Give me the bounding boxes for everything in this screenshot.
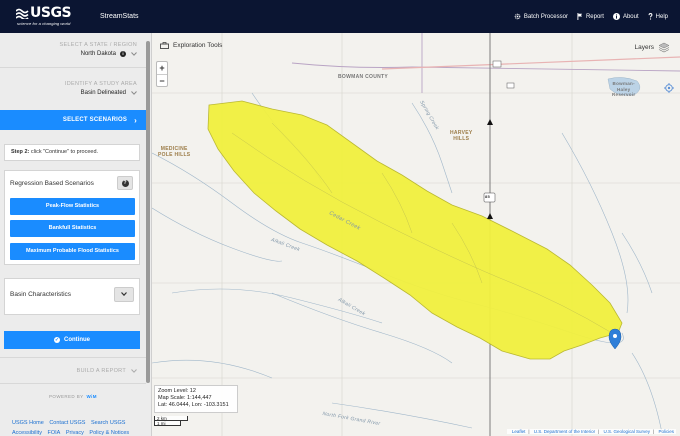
regression-heading: Regression Based Scenarios (10, 180, 94, 187)
basin-characteristics-panel: Basin Characteristics (4, 278, 140, 315)
question-icon: ? (121, 180, 129, 187)
usgs-logo[interactable]: USGS science for a changing world (16, 5, 76, 26)
footer-link-accessibility[interactable]: Accessibility (12, 430, 42, 436)
footer-link-foia[interactable]: FOIA (47, 430, 60, 436)
route-85-shield: 85 (485, 194, 491, 199)
app-title[interactable]: StreamStats (100, 13, 139, 20)
continue-label: Continue (64, 337, 90, 343)
toolbox-icon (160, 42, 169, 49)
footer-link-search[interactable]: Search USGS (91, 420, 126, 426)
chevron-down-icon[interactable] (131, 52, 137, 56)
sidebar-divider (0, 67, 146, 68)
step-text: click "Continue" to proceed. (29, 149, 99, 155)
regression-scenarios-panel: Regression Based Scenarios ? Peak-Flow S… (4, 170, 140, 265)
bankfull-statistics-button[interactable]: Bankfull Statistics (10, 220, 135, 237)
top-navbar: USGS science for a changing world Stream… (0, 0, 680, 33)
sidebar-scrollbar[interactable] (146, 41, 150, 383)
basin-characteristics-heading: Basin Characteristics (10, 291, 72, 298)
locate-icon[interactable] (664, 83, 674, 93)
map-info-box: Zoom Level: 12 Map Scale: 1:144,447 Lat:… (154, 385, 238, 413)
basin-characteristics-toggle[interactable] (114, 287, 134, 302)
attribution-usgs[interactable]: U.S. Geological Survey (604, 429, 651, 434)
flag-icon (577, 13, 583, 20)
logo-text: USGS (30, 5, 72, 21)
nav-help[interactable]: Help (648, 13, 668, 20)
layers-label: Layers (634, 44, 654, 51)
select-scenarios-header[interactable]: SELECT SCENARIOS › (0, 110, 146, 130)
map-label-bowman: BOWMAN COUNTY (338, 74, 389, 80)
powered-by: POWERED BY WiM (0, 394, 146, 399)
map-view[interactable]: BOWMAN COUNTY HARVEY HILLS MEDICINE POLE… (152, 33, 680, 436)
state-section[interactable]: SELECT A STATE / REGION North Dakota i (0, 42, 146, 57)
study-area-section[interactable]: IDENTIFY A STUDY AREA Basin Delineated (0, 81, 146, 96)
maximum-probable-flood-button[interactable]: Maximum Probable Flood Statistics (10, 243, 135, 260)
nav-label: About (622, 13, 639, 20)
nav-report[interactable]: Report (577, 13, 604, 20)
nav-label: Batch Processor (523, 13, 568, 20)
state-value: North Dakota (80, 51, 116, 57)
layers-button[interactable]: Layers (634, 42, 670, 53)
chevron-down-icon[interactable] (131, 91, 137, 95)
info-icon (612, 13, 620, 20)
exploration-tools-label: Exploration Tools (173, 42, 223, 49)
nav-label: Report (585, 13, 604, 20)
map-label-harvey-hills: HARVEY HILLS (450, 130, 473, 142)
scale-mi: 1 mi (154, 421, 181, 426)
nav-about[interactable]: About (612, 13, 639, 20)
nav-label: Help (655, 13, 668, 20)
footer-link-contact[interactable]: Contact USGS (49, 420, 85, 426)
attribution-leaflet[interactable]: Leaflet (512, 429, 526, 434)
build-report-section[interactable]: BUILD A REPORT (0, 368, 146, 374)
footer-links: USGS Home Contact USGS Search USGS Acces… (12, 418, 142, 436)
layers-icon (658, 42, 670, 53)
basemap (152, 33, 680, 436)
usgs-wave-icon (16, 8, 29, 19)
footer-link-policies[interactable]: Policy & Notices (89, 430, 129, 436)
map-label-reservoir: Bowman- Haley Reservoir (612, 81, 636, 97)
select-scenarios-label: SELECT SCENARIOS (62, 117, 128, 123)
sidebar-divider (0, 383, 146, 384)
chevron-right-icon: › (134, 115, 137, 125)
zoom-control: + − (156, 61, 168, 87)
zoom-level-readout: Zoom Level: 12 (158, 388, 196, 394)
exploration-tools-button[interactable]: Exploration Tools (160, 42, 222, 49)
study-area-heading: IDENTIFY A STUDY AREA (64, 81, 137, 87)
state-section-heading: SELECT A STATE / REGION (59, 42, 137, 48)
map-label-medicine-pole-hills: MEDICINE POLE HILLS (158, 146, 191, 158)
cog-icon (514, 13, 521, 20)
peak-flow-statistics-button[interactable]: Peak-Flow Statistics (10, 198, 135, 215)
scale-bar: 2 km 1 mi (154, 416, 188, 426)
step-instruction: Step 2: click "Continue" to proceed. (4, 144, 140, 161)
build-report-heading: BUILD A REPORT (76, 368, 126, 374)
check-circle-icon: ✓ (54, 337, 60, 343)
sidebar: SELECT A STATE / REGION North Dakota i I… (0, 33, 152, 436)
outlet-marker-icon[interactable] (608, 328, 622, 350)
continue-button[interactable]: ✓ Continue (4, 331, 140, 349)
regression-help-button[interactable]: ? (117, 176, 133, 190)
step-prefix: Step 2: (11, 149, 30, 155)
chevron-down-icon[interactable] (131, 369, 137, 373)
attribution-doi[interactable]: U.S. Department of the Interior (534, 429, 595, 434)
chevron-down-icon (121, 292, 127, 297)
powered-by-label: POWERED BY (49, 394, 84, 399)
map-scale-readout: Map Scale: 1:144,447 (158, 395, 212, 401)
state-info-icon[interactable]: i (120, 51, 126, 57)
lat-lon-readout: Lat: 46.0444, Lon: -103.3151 (158, 402, 229, 408)
map-attribution: Leaflet | U.S. Department of the Interior… (506, 429, 676, 434)
study-area-value: Basin Delineated (80, 90, 126, 96)
logo-tagline: science for a changing world (17, 21, 71, 26)
attribution-policies[interactable]: Policies (658, 429, 674, 434)
nav-batch-processor[interactable]: Batch Processor (514, 13, 568, 20)
sidebar-divider (0, 357, 146, 358)
header-nav: Batch Processor Report About Help (505, 0, 668, 33)
footer-link-privacy[interactable]: Privacy (66, 430, 84, 436)
zoom-out-button[interactable]: − (157, 74, 167, 86)
zoom-in-button[interactable]: + (157, 62, 167, 74)
footer-link-usgs-home[interactable]: USGS Home (12, 420, 44, 426)
watershed-polygon[interactable] (207, 100, 623, 360)
wim-logo[interactable]: WiM (87, 394, 97, 399)
question-icon (648, 13, 653, 20)
